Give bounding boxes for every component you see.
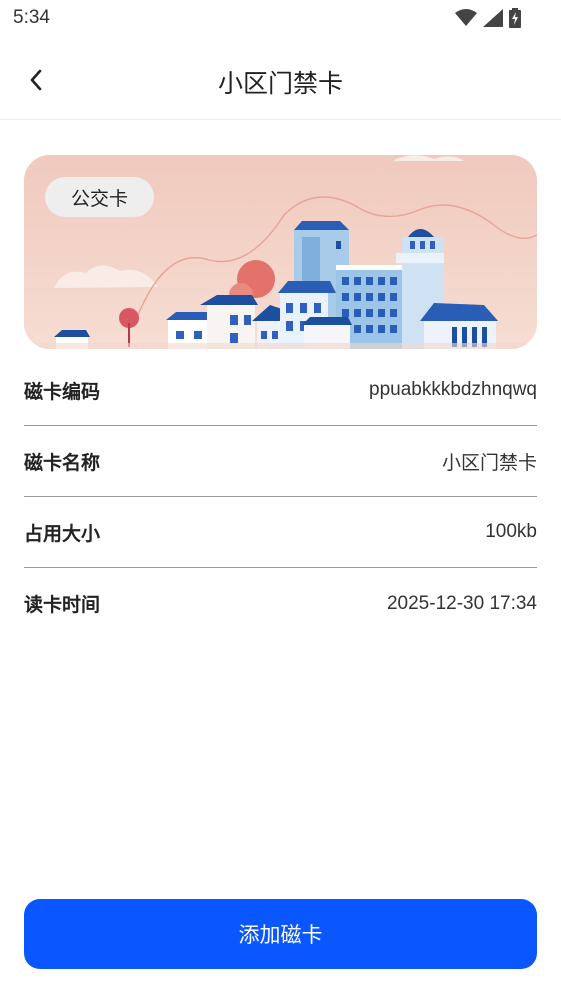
size-value: 100kb: [485, 521, 537, 542]
card-name-value: 小区门禁卡: [441, 452, 537, 474]
info-row-size: 占用大小 100kb: [24, 497, 537, 568]
status-icons: [455, 8, 521, 28]
nav-bar: 小区门禁卡: [0, 40, 561, 120]
signal-icon: [483, 9, 503, 27]
card-name-label: 磁卡名称: [24, 451, 101, 474]
info-row-card-code: 磁卡编码 ppuabkkkbdzhnqwq: [24, 355, 537, 426]
status-time: 5:34: [13, 7, 50, 28]
read-time-label: 读卡时间: [24, 594, 101, 616]
card-code-value: ppuabkkkbdzhnqwq: [369, 379, 537, 400]
battery-icon: [509, 8, 521, 28]
read-time-value: 2025-12-30 17:34: [386, 592, 537, 614]
card-type-tag: 公交卡: [45, 177, 154, 217]
page-title: 小区门禁卡: [217, 69, 343, 98]
info-row-read-time: 读卡时间 2025-12-30 17:34: [24, 568, 537, 639]
add-card-button[interactable]: 添加磁卡: [24, 899, 537, 969]
info-row-card-name: 磁卡名称 小区门禁卡: [24, 426, 537, 497]
card-banner: 公交卡: [24, 155, 537, 349]
size-label: 占用大小: [24, 522, 101, 545]
card-info-list: 磁卡编码 ppuabkkkbdzhnqwq 磁卡名称 小区门禁卡 占用大小 10…: [24, 355, 537, 639]
wifi-icon: [455, 9, 477, 26]
card-code-label: 磁卡编码: [24, 380, 101, 403]
status-bar: 5:34: [0, 0, 561, 38]
